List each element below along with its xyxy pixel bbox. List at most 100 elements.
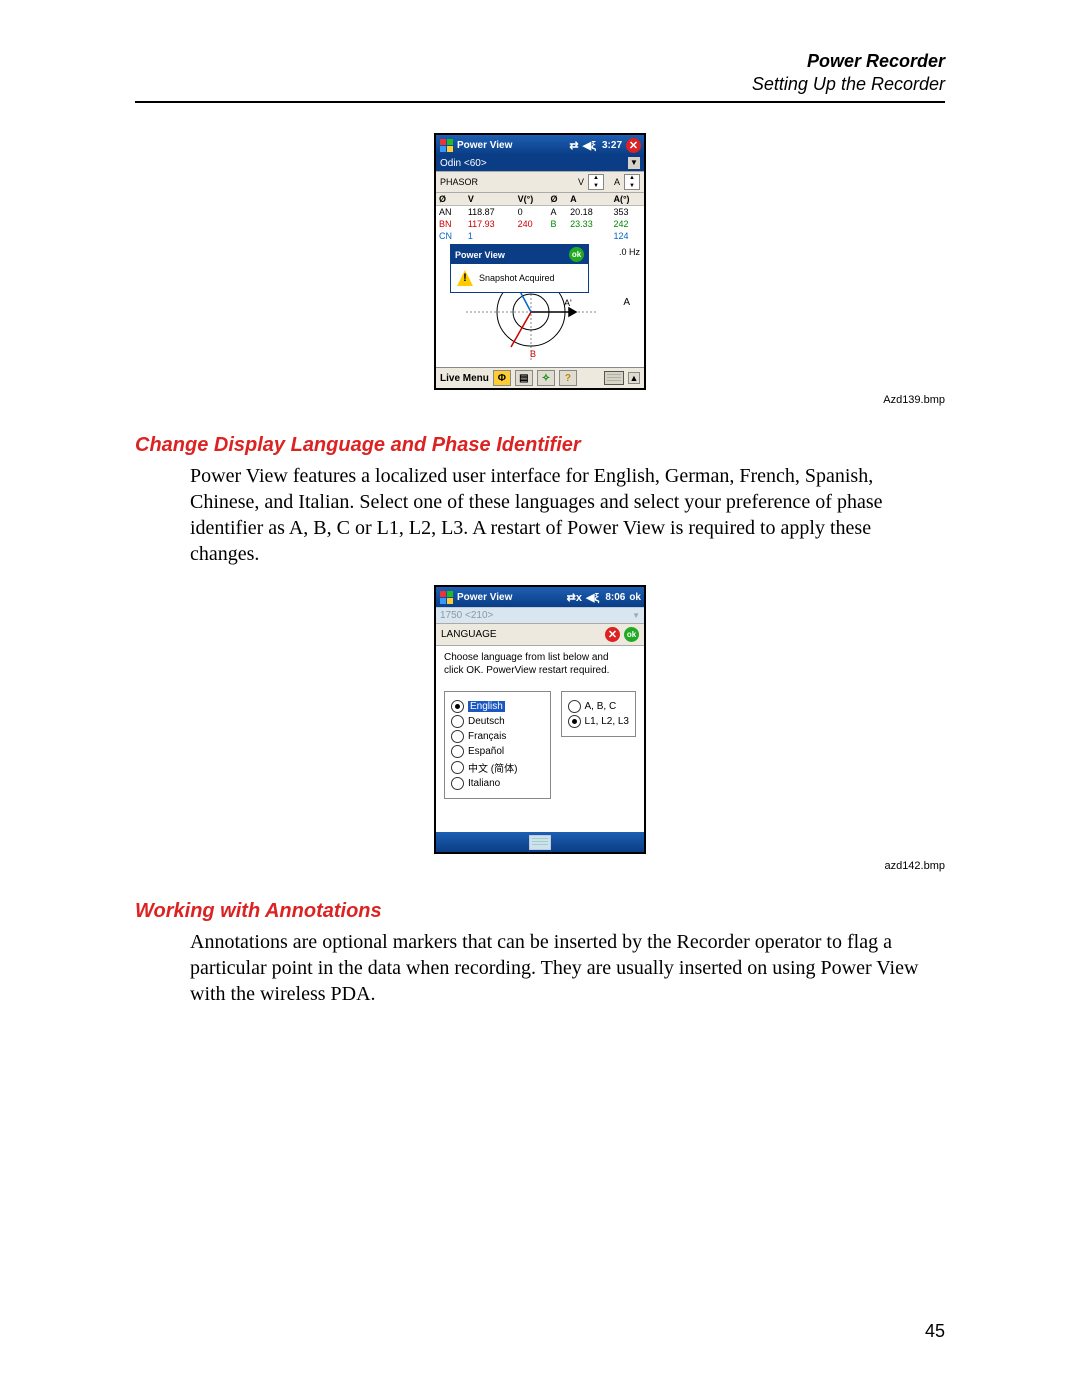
pv2-ok-button[interactable]: ok — [629, 592, 641, 603]
help-icon[interactable]: ? — [559, 370, 577, 386]
radio-label: Italiano — [468, 778, 500, 789]
svg-text:A': A' — [564, 298, 572, 308]
radio-l1l2l3[interactable]: L1, L2, L3 — [568, 715, 629, 728]
page-number: 45 — [925, 1321, 945, 1342]
radio-english[interactable]: English — [451, 700, 544, 713]
dropdown-icon: ▼ — [632, 611, 640, 620]
pv2-language-bar: LANGUAGE ✕ ok — [436, 623, 644, 646]
cell — [547, 230, 567, 242]
pv1-time: 3:27 — [602, 140, 622, 151]
v-spinner[interactable]: ▲▼ — [588, 174, 604, 190]
pv2-title: Power View — [457, 592, 512, 603]
pv2-titlebar: Power View ⇄x ◀ξ 8:06 ok — [436, 587, 644, 607]
speaker-icon[interactable]: ◀ξ — [583, 139, 596, 152]
cell: 124 — [610, 230, 644, 242]
radio-chinese[interactable]: 中文 (简体) — [451, 760, 544, 775]
cell: B — [547, 218, 567, 230]
cell: BN — [436, 218, 465, 230]
phasor-label: PHASOR — [440, 177, 574, 187]
radio-icon — [451, 700, 464, 713]
cell: 242 — [610, 218, 644, 230]
pv1-device-name: Odin <60> — [440, 158, 487, 169]
dropdown-icon[interactable]: ▼ — [628, 157, 640, 169]
col-phase: Ø — [436, 193, 465, 206]
col-vdeg: V(°) — [515, 193, 548, 206]
col-v: V — [465, 193, 515, 206]
cell: CN — [436, 230, 465, 242]
radio-label: Français — [468, 731, 506, 742]
section-2-heading: Working with Annotations — [135, 900, 945, 923]
windows-logo-icon[interactable] — [439, 590, 453, 604]
radio-italiano[interactable]: Italiano — [451, 777, 544, 790]
pv2-bottom-bar — [436, 832, 644, 852]
radio-label: L1, L2, L3 — [585, 716, 629, 727]
col-phase2: Ø — [547, 193, 567, 206]
cell: 0 — [515, 206, 548, 219]
language-group: English Deutsch Français Español — [444, 691, 551, 799]
connection-icon[interactable]: ⇄x — [567, 591, 582, 604]
cell — [567, 230, 610, 242]
radio-abc[interactable]: A, B, C — [568, 700, 629, 713]
speaker-icon[interactable]: ◀ξ — [586, 591, 599, 604]
scroll-up-icon[interactable]: ▲ — [628, 372, 640, 384]
radio-label: Deutsch — [468, 716, 505, 727]
pv2-device-name: 1750 <210> — [440, 610, 493, 621]
page-header: Power Recorder Setting Up the Recorder — [135, 50, 945, 95]
axis-a-label: A — [623, 297, 630, 308]
figure-2-caption: azd142.bmp — [135, 860, 945, 872]
a-spinner[interactable]: ▲▼ — [624, 174, 640, 190]
col-adeg: A(°) — [610, 193, 644, 206]
cell: 118.87 — [465, 206, 515, 219]
figure-1-screenshot: Power View ⇄ ◀ξ 3:27 ✕ Odin <60> ▼ PHASO… — [434, 133, 646, 390]
section-1-text: Power View features a localized user int… — [190, 463, 945, 567]
document-icon[interactable]: ▤ — [515, 370, 533, 386]
radio-icon — [451, 745, 464, 758]
pv1-titlebar: Power View ⇄ ◀ξ 3:27 ✕ — [436, 135, 644, 155]
pv1-toolbar: Live Menu Φ ▤ ✧ ? ▲ — [436, 367, 644, 388]
cell: 20.18 — [567, 206, 610, 219]
popup-ok-icon[interactable]: ok — [569, 247, 584, 262]
a-short: A — [614, 177, 620, 187]
close-icon[interactable]: ✕ — [626, 138, 641, 153]
radio-icon — [451, 777, 464, 790]
radio-deutsch[interactable]: Deutsch — [451, 715, 544, 728]
radio-label: 中文 (简体) — [468, 760, 517, 775]
cell — [515, 230, 548, 242]
cell: A — [547, 206, 567, 219]
windows-logo-icon[interactable] — [439, 138, 453, 152]
radio-icon — [451, 730, 464, 743]
section-1-heading: Change Display Language and Phase Identi… — [135, 434, 945, 457]
cell: AN — [436, 206, 465, 219]
radio-icon — [568, 715, 581, 728]
phasor-diagram: A' B C Power View ok ! Snapshot Acquired — [436, 242, 644, 367]
section-2-text: Annotations are optional markers that ca… — [190, 929, 945, 1007]
radio-icon — [451, 761, 464, 774]
live-menu-button[interactable]: Live Menu — [440, 373, 489, 384]
radio-label: English — [468, 701, 505, 712]
keyboard-icon[interactable] — [604, 371, 624, 385]
pv1-device-selector[interactable]: Odin <60> ▼ — [436, 155, 644, 171]
cancel-icon[interactable]: ✕ — [605, 627, 620, 642]
radio-espanol[interactable]: Español — [451, 745, 544, 758]
cell: 117.93 — [465, 218, 515, 230]
msg-line: Choose language from list below and — [444, 652, 609, 663]
radio-icon — [568, 700, 581, 713]
figure-2-wrapper: Power View ⇄x ◀ξ 8:06 ok 1750 <210> ▼ LA… — [135, 585, 945, 856]
ok-icon[interactable]: ok — [624, 627, 639, 642]
phase-id-group: A, B, C L1, L2, L3 — [561, 691, 636, 737]
popup-title: Power View — [455, 250, 505, 260]
export-icon[interactable]: ✧ — [537, 370, 555, 386]
cell: 240 — [515, 218, 548, 230]
radio-francais[interactable]: Français — [451, 730, 544, 743]
pv1-title: Power View — [457, 140, 512, 151]
keyboard-icon[interactable] — [529, 835, 551, 850]
phi-icon[interactable]: Φ — [493, 370, 511, 386]
pv2-body: Choose language from list below and clic… — [436, 646, 644, 832]
v-short: V — [578, 177, 584, 187]
language-label: LANGUAGE — [441, 629, 497, 640]
header-title: Power Recorder — [135, 50, 945, 73]
pv2-device-selector[interactable]: 1750 <210> ▼ — [436, 607, 644, 623]
figure-2-screenshot: Power View ⇄x ◀ξ 8:06 ok 1750 <210> ▼ LA… — [434, 585, 646, 854]
connection-icon[interactable]: ⇄ — [569, 139, 578, 152]
hz-label: .0 Hz — [619, 247, 640, 257]
